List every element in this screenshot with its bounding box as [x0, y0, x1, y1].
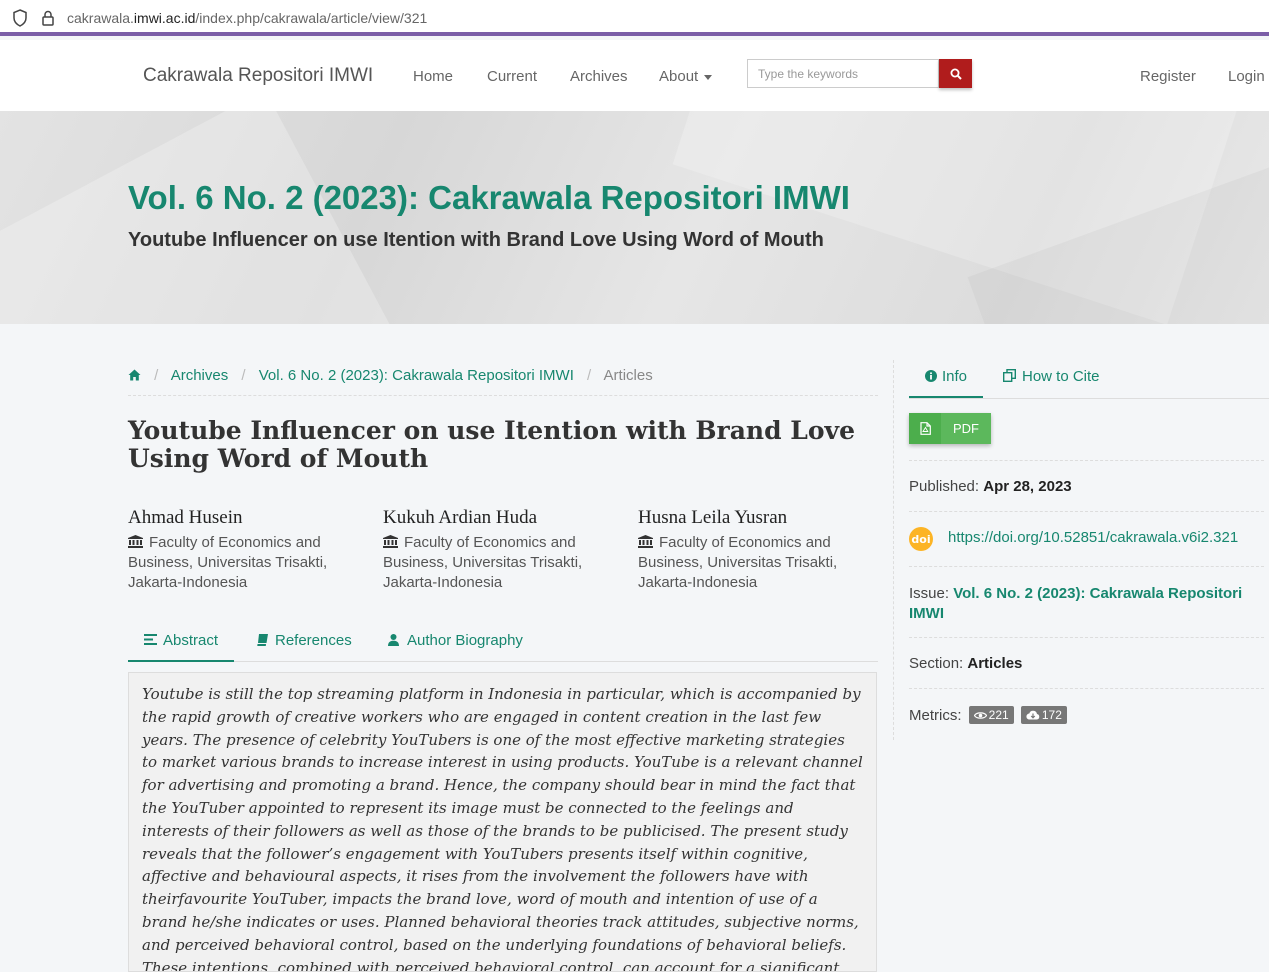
nav-archives[interactable]: Archives [570, 68, 628, 85]
author-affiliation: Faculty of Economics and Business, Unive… [383, 533, 613, 593]
section-value: Articles [967, 655, 1023, 672]
tab-info[interactable]: Info [909, 368, 984, 398]
sidebar-tabs: Info How to Cite [909, 360, 1269, 399]
article-tabs: Abstract References Author Biography [128, 628, 878, 662]
browser-address-bar: cakrawala.imwi.ac.id/index.php/cakrawala… [0, 0, 1269, 36]
url-prefix: cakrawala. [67, 10, 134, 26]
views-count: 221 [988, 708, 1009, 722]
column-divider [893, 360, 894, 740]
issue-link[interactable]: Vol. 6 No. 2 (2023): Cakrawala Repositor… [953, 585, 1242, 602]
breadcrumb: / Archives / Vol. 6 No. 2 (2023): Cakraw… [128, 367, 653, 384]
metrics-label: Metrics: [909, 707, 962, 724]
issue-info: Issue: Vol. 6 No. 2 (2023): Cakrawala Re… [909, 584, 1242, 624]
book-icon [257, 634, 268, 646]
breadcrumb-issue[interactable]: Vol. 6 No. 2 (2023): Cakrawala Repositor… [259, 367, 574, 384]
pdf-label: PDF [953, 421, 979, 436]
banner-decoration [0, 111, 406, 324]
issue-label: Issue: [909, 585, 950, 602]
breadcrumb-separator: / [241, 367, 246, 384]
published-info: Published: Apr 28, 2023 [909, 478, 1072, 495]
breadcrumb-separator: / [587, 367, 592, 384]
published-date: Apr 28, 2023 [983, 478, 1072, 495]
doi-icon: doi [909, 527, 933, 551]
section-label: Section: [909, 655, 964, 672]
tab-how-to-cite[interactable]: How to Cite [1002, 368, 1100, 385]
tab-info-label: Info [942, 368, 968, 385]
divider [909, 511, 1264, 512]
tab-how-to-cite-label: How to Cite [1022, 368, 1100, 385]
pdf-download-button[interactable]: PDF [909, 413, 991, 444]
divider [128, 395, 878, 396]
tab-abstract-label: Abstract [163, 632, 219, 649]
tab-author-biography[interactable]: Author Biography [388, 632, 523, 649]
breadcrumb-archives[interactable]: Archives [171, 367, 229, 384]
url-host: imwi.ac.id [133, 10, 196, 26]
file-pdf-icon [909, 413, 941, 444]
url-field[interactable]: cakrawala.imwi.ac.id/index.php/cakrawala… [67, 10, 427, 26]
downloads-count: 172 [1041, 708, 1062, 722]
tab-references-label: References [275, 632, 352, 649]
search-button[interactable] [939, 59, 972, 88]
tab-references[interactable]: References [257, 632, 352, 649]
issue-link-cont[interactable]: IMWI [909, 605, 944, 622]
nav-current[interactable]: Current [487, 68, 537, 85]
institution-icon [638, 535, 653, 548]
divider [909, 460, 1264, 461]
author-affiliation-text: Faculty of Economics and Business, Unive… [638, 534, 838, 591]
copy-icon [1002, 369, 1016, 383]
author-name: Husna Leila Yusran [638, 507, 788, 528]
site-navbar: Cakrawala Repositori IMWI Home Current A… [0, 40, 1269, 112]
list-icon [144, 634, 157, 645]
nav-register[interactable]: Register [1140, 68, 1196, 85]
tab-abstract[interactable]: Abstract [128, 632, 235, 662]
eye-icon [973, 712, 987, 719]
author-affiliation-text: Faculty of Economics and Business, Unive… [128, 534, 328, 591]
site-brand[interactable]: Cakrawala Repositori IMWI [143, 65, 373, 87]
doi-link[interactable]: https://doi.org/10.52851/cakrawala.v6i2.… [948, 529, 1238, 546]
nav-about-label: About [659, 68, 699, 85]
shield-icon[interactable] [12, 9, 28, 27]
nav-home[interactable]: Home [413, 68, 453, 85]
published-label: Published: [909, 478, 980, 495]
nav-about[interactable]: About [659, 68, 713, 85]
views-badge: 221 [968, 706, 1014, 724]
tab-author-biography-label: Author Biography [407, 632, 523, 649]
divider [909, 637, 1264, 638]
lock-icon[interactable] [40, 9, 56, 27]
metrics-info: Metrics: 221 172 [909, 706, 1067, 724]
issue-banner: Vol. 6 No. 2 (2023): Cakrawala Repositor… [0, 111, 1269, 324]
author-affiliation: Faculty of Economics and Business, Unive… [638, 533, 868, 593]
banner-title: Vol. 6 No. 2 (2023): Cakrawala Repositor… [128, 179, 850, 216]
author-card: Kukuh Ardian Huda Faculty of Economics a… [383, 507, 613, 593]
cloud-download-icon [1026, 710, 1040, 720]
search-input[interactable]: Type the keywords [747, 59, 939, 88]
abstract-text: Youtube is still the top streaming platf… [128, 672, 877, 972]
author-name: Kukuh Ardian Huda [383, 507, 538, 528]
author-card: Ahmad Husein Faculty of Economics and Bu… [128, 507, 358, 593]
divider [909, 688, 1264, 689]
user-icon [388, 634, 399, 646]
nav-login[interactable]: Login [1228, 68, 1265, 85]
downloads-badge: 172 [1020, 706, 1067, 724]
home-icon[interactable] [128, 369, 141, 381]
caret-down-icon [704, 74, 713, 80]
section-info: Section: Articles [909, 655, 1022, 672]
author-name: Ahmad Husein [128, 507, 243, 528]
institution-icon [383, 535, 398, 548]
url-path: /index.php/cakrawala/article/view/321 [195, 10, 428, 26]
divider [909, 566, 1264, 567]
institution-icon [128, 535, 143, 548]
author-card: Husna Leila Yusran Faculty of Economics … [638, 507, 868, 593]
breadcrumb-separator: / [154, 367, 159, 384]
info-icon [925, 370, 937, 382]
article-title: Youtube Influencer on use Itention with … [128, 416, 855, 473]
breadcrumb-current: Articles [603, 367, 653, 384]
author-affiliation: Faculty of Economics and Business, Unive… [128, 533, 358, 593]
search-icon [950, 68, 962, 80]
author-affiliation-text: Faculty of Economics and Business, Unive… [383, 534, 583, 591]
banner-subtitle: Youtube Influencer on use Itention with … [128, 229, 824, 251]
